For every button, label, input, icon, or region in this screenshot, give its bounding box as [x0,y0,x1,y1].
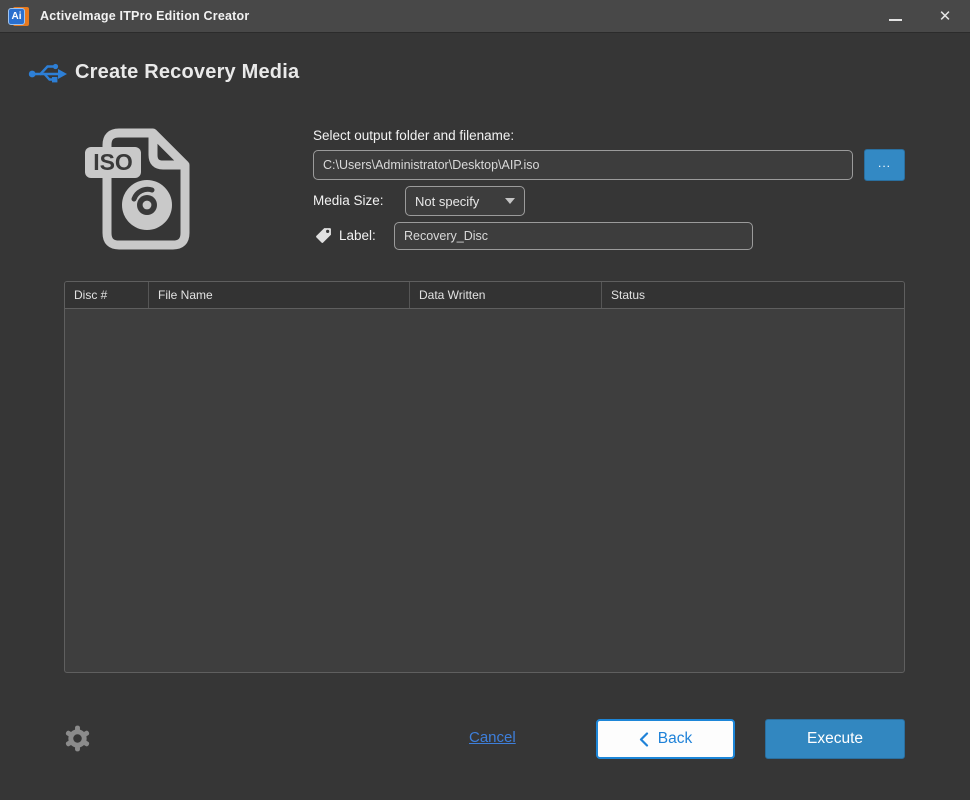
disc-table-header: Disc # File Name Data Written Status [65,282,904,309]
back-button[interactable]: Back [596,719,735,759]
execute-button-label: Execute [807,730,863,748]
app-logo-letters: Ai [8,8,25,25]
label-field-label: Label: [339,228,376,243]
browse-button[interactable]: ... [864,149,905,181]
page-header: Create Recovery Media [28,58,299,86]
page-title: Create Recovery Media [75,61,299,84]
close-button[interactable]: ✕ [920,0,970,33]
disc-table-body [65,309,904,673]
window-title: ActiveImage ITPro Edition Creator [40,9,249,23]
media-size-label: Media Size: [313,193,384,208]
column-header-filename[interactable]: File Name [149,282,410,308]
tag-icon [315,227,332,244]
column-header-status[interactable]: Status [602,282,904,308]
back-button-label: Back [658,730,692,748]
usb-icon [28,58,68,86]
app-window: Ai ActiveImage ITPro Edition Creator ✕ C… [0,0,970,800]
cancel-link[interactable]: Cancel [469,729,516,746]
app-logo-icon: Ai [8,6,29,27]
output-folder-label: Select output folder and filename: [313,128,514,143]
disc-label-input[interactable] [394,222,753,250]
iso-file-icon: ISO [83,123,193,253]
column-header-data-written[interactable]: Data Written [410,282,602,308]
minimize-icon [889,19,902,21]
media-size-select[interactable]: Not specify [405,186,525,216]
media-size-value: Not specify [415,194,505,209]
chevron-left-icon [639,732,649,747]
execute-button[interactable]: Execute [765,719,905,759]
output-path-input[interactable] [313,150,853,180]
disc-table: Disc # File Name Data Written Status [64,281,905,673]
gear-icon[interactable] [62,723,93,754]
close-icon: ✕ [939,7,952,25]
column-header-disc[interactable]: Disc # [65,282,149,308]
titlebar: Ai ActiveImage ITPro Edition Creator ✕ [0,0,970,33]
minimize-button[interactable] [870,0,920,33]
chevron-down-icon [505,198,515,204]
iso-badge-text: ISO [93,149,133,175]
